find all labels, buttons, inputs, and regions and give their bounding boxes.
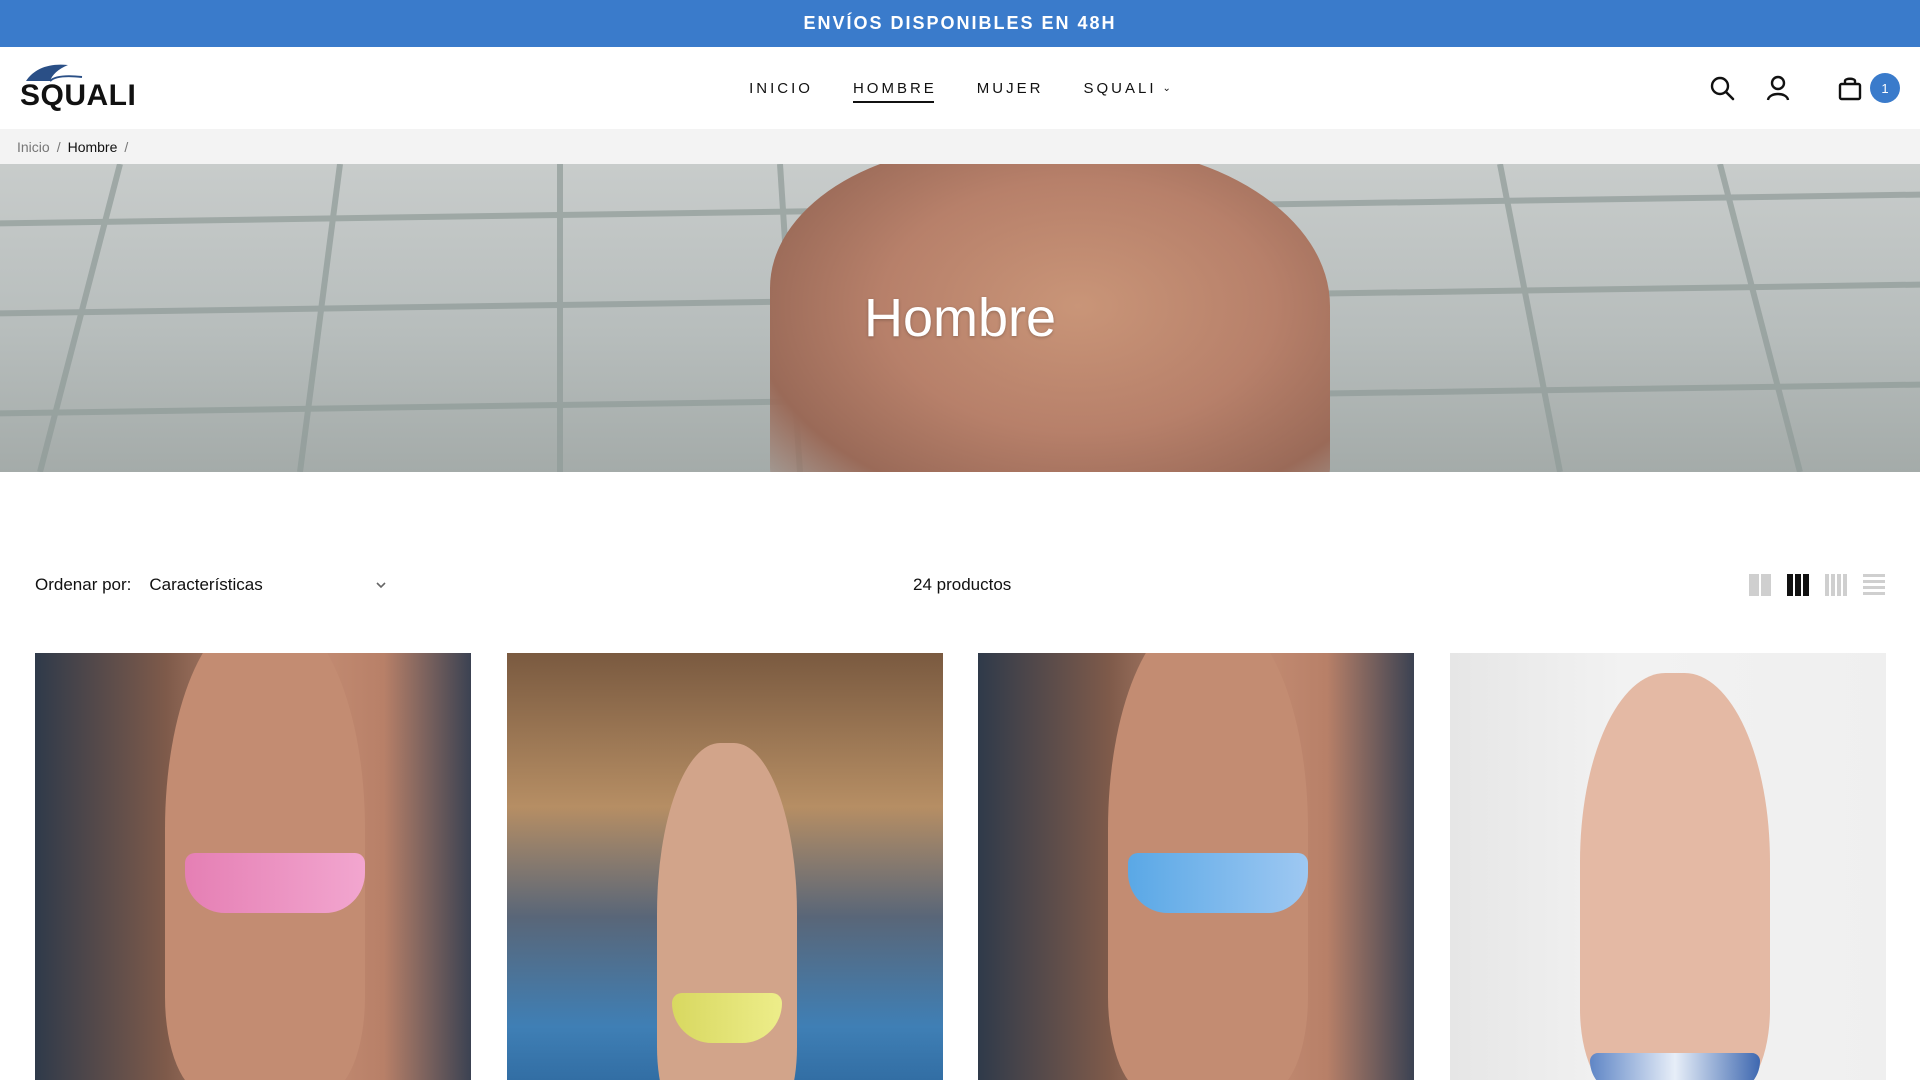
blue-brief	[1128, 853, 1308, 913]
view-grid-3-button[interactable]	[1787, 574, 1809, 596]
cart-icon	[1838, 77, 1862, 101]
announcement-bar: ENVÍOS DISPONIBLES EN 48H	[0, 0, 1920, 47]
grid-4-icon	[1825, 574, 1829, 596]
search-button[interactable]	[1708, 74, 1736, 102]
pink-brief	[185, 853, 365, 913]
product-card[interactable]	[978, 653, 1414, 1080]
product-card[interactable]	[1450, 653, 1886, 1080]
main-nav: INICIO HOMBRE MUJER SQUALI ⌄	[0, 47, 1920, 129]
breadcrumb-separator: /	[124, 138, 129, 155]
product-card[interactable]	[507, 653, 943, 1080]
list-icon	[1863, 574, 1885, 577]
cart-count-badge: 1	[1870, 73, 1900, 103]
view-switcher	[1749, 570, 1885, 600]
collection-hero: Hombre	[0, 164, 1920, 472]
logo-text: SQUALI	[20, 79, 137, 112]
view-list-button[interactable]	[1863, 574, 1885, 596]
view-grid-2-button[interactable]	[1749, 574, 1771, 596]
product-image-patterned-brief	[1580, 673, 1770, 1080]
breadcrumb-current: Hombre	[67, 138, 118, 155]
search-icon	[1710, 76, 1735, 101]
nav-item-mujer[interactable]: MUJER	[977, 74, 1044, 103]
breadcrumb: Inicio / Hombre /	[0, 129, 1920, 164]
sort-select[interactable]: Características	[149, 575, 387, 595]
nav-label: MUJER	[976, 79, 1044, 97]
nav-item-inicio[interactable]: INICIO	[749, 74, 813, 103]
header-icons: 1	[1708, 47, 1900, 129]
announcement-text: ENVÍOS DISPONIBLES EN 48H	[803, 13, 1117, 33]
nav-label: SQUALI	[1083, 79, 1157, 97]
nav-label: INICIO	[749, 79, 813, 97]
patterned-brief	[1590, 1053, 1760, 1080]
view-grid-4-button[interactable]	[1825, 574, 1847, 596]
cart-button[interactable]: 1	[1838, 73, 1900, 103]
breadcrumb-link-inicio[interactable]: Inicio	[17, 139, 50, 155]
grid-2-icon	[1749, 574, 1759, 596]
product-count: 24 productos	[913, 575, 1012, 594]
chevron-down-icon: ⌄	[1162, 82, 1171, 94]
sort-value: Características	[149, 575, 263, 594]
grid-3-icon	[1787, 574, 1793, 596]
site-header: SQUALI INICIO HOMBRE MUJER SQUALI ⌄ 1	[0, 47, 1920, 129]
nav-label: HOMBRE	[852, 79, 937, 97]
chevron-down-icon	[376, 582, 386, 589]
nav-item-hombre[interactable]: HOMBRE	[852, 74, 937, 103]
product-grid	[35, 653, 1886, 1080]
breadcrumb-separator: /	[56, 138, 61, 155]
nav-item-squali[interactable]: SQUALI ⌄	[1083, 74, 1170, 103]
account-button[interactable]	[1764, 74, 1792, 102]
product-card[interactable]	[35, 653, 471, 1080]
logo[interactable]: SQUALI	[20, 61, 137, 112]
collection-toolbar: Ordenar por: Características 24 producto…	[35, 570, 1885, 600]
account-icon	[1766, 75, 1790, 101]
collection-title: Hombre	[863, 288, 1057, 348]
sort-label: Ordenar por:	[35, 575, 132, 594]
